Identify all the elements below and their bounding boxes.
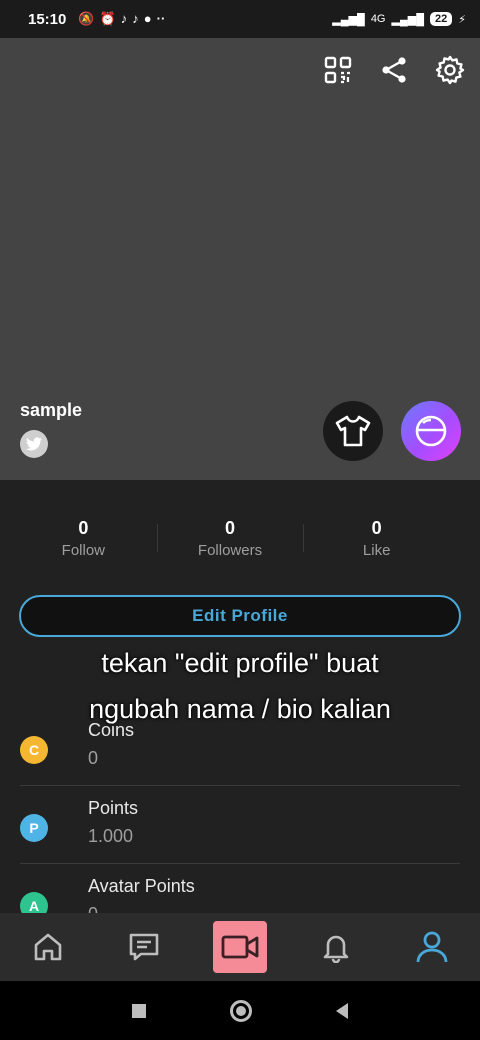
stat-label: Follow <box>61 542 106 559</box>
home-icon <box>34 933 62 961</box>
list-item-coins[interactable]: C Coins 0 <box>0 708 480 786</box>
stat-like[interactable]: 0 Like <box>303 516 450 562</box>
username: sample <box>20 400 83 420</box>
list-item-title: Points <box>88 798 139 818</box>
list-item-value: 1.000 <box>88 826 134 846</box>
list-item-title: Avatar Points <box>88 876 195 896</box>
profile-cover: sample <box>0 38 480 480</box>
bottom-tab-bar <box>0 913 480 981</box>
list-item-points[interactable]: P Points 1.000 <box>0 786 480 864</box>
tiktok-icon: ♪ <box>120 11 128 26</box>
back-icon[interactable] <box>336 1002 348 1019</box>
message-icon <box>129 933 159 961</box>
charging-icon: ⚡ <box>458 13 466 26</box>
video-camera-icon <box>221 935 259 959</box>
mute-icon: 🔕 <box>78 11 95 26</box>
twitter-icon[interactable] <box>20 430 48 458</box>
stat-followers[interactable]: 0 Followers <box>156 516 304 562</box>
tab-notifications[interactable] <box>288 913 384 981</box>
alarm-icon: ⏰ <box>99 11 116 26</box>
signal-icon: ▂▄▆█ <box>391 13 425 26</box>
coin-icon: C <box>20 736 48 764</box>
chat-icon: ● <box>143 11 152 26</box>
list-item-value: 0 <box>88 904 98 913</box>
outfit-button[interactable] <box>323 401 383 461</box>
stat-value: 0 <box>78 518 89 538</box>
stat-label: Like <box>362 542 391 559</box>
stat-label: Followers <box>197 542 263 559</box>
avatar-world-button[interactable] <box>401 401 461 461</box>
profile-icon <box>416 931 448 963</box>
signal-icon: ▂▄▆█ <box>332 13 365 26</box>
settings-icon[interactable] <box>434 54 466 86</box>
qr-code-icon[interactable] <box>322 54 354 86</box>
profile-main: 0 Follow 0 Followers 0 Like Edit Profile… <box>0 480 480 913</box>
stat-value: 0 <box>225 518 236 538</box>
status-bar: 15:10 🔕 ⏰ ♪ ♪ ● ·· ▂▄▆█ 4G ▂▄▆█ 22 ⚡ <box>0 0 480 38</box>
list-item-avatar-points[interactable]: A Avatar Points 0 <box>0 864 480 913</box>
list-item-value: 0 <box>88 748 99 768</box>
list-item-title: Coins <box>88 720 135 740</box>
status-time: 15:10 <box>28 10 67 28</box>
system-navigation-bar <box>0 981 480 1040</box>
record-button[interactable] <box>213 921 267 973</box>
tab-home[interactable] <box>0 913 96 981</box>
stat-follow[interactable]: 0 Follow <box>10 516 157 562</box>
more-icon: ·· <box>156 11 166 26</box>
recents-icon[interactable] <box>132 1003 146 1018</box>
stats-row: 0 Follow 0 Followers 0 Like <box>10 516 450 562</box>
home-button-icon[interactable] <box>230 999 252 1022</box>
edit-profile-button[interactable]: Edit Profile <box>19 595 461 637</box>
tab-record[interactable] <box>192 913 288 981</box>
battery-icon: 22 <box>430 12 453 26</box>
share-icon[interactable] <box>378 54 410 86</box>
tiktok-icon: ♪ <box>132 11 139 26</box>
points-icon: P <box>20 814 48 842</box>
stat-value: 0 <box>371 518 382 538</box>
tab-profile[interactable] <box>384 913 480 981</box>
tab-messages[interactable] <box>96 913 192 981</box>
bell-icon <box>323 935 349 963</box>
network-label: 4G <box>370 13 386 25</box>
avatar-points-icon: A <box>20 892 48 913</box>
